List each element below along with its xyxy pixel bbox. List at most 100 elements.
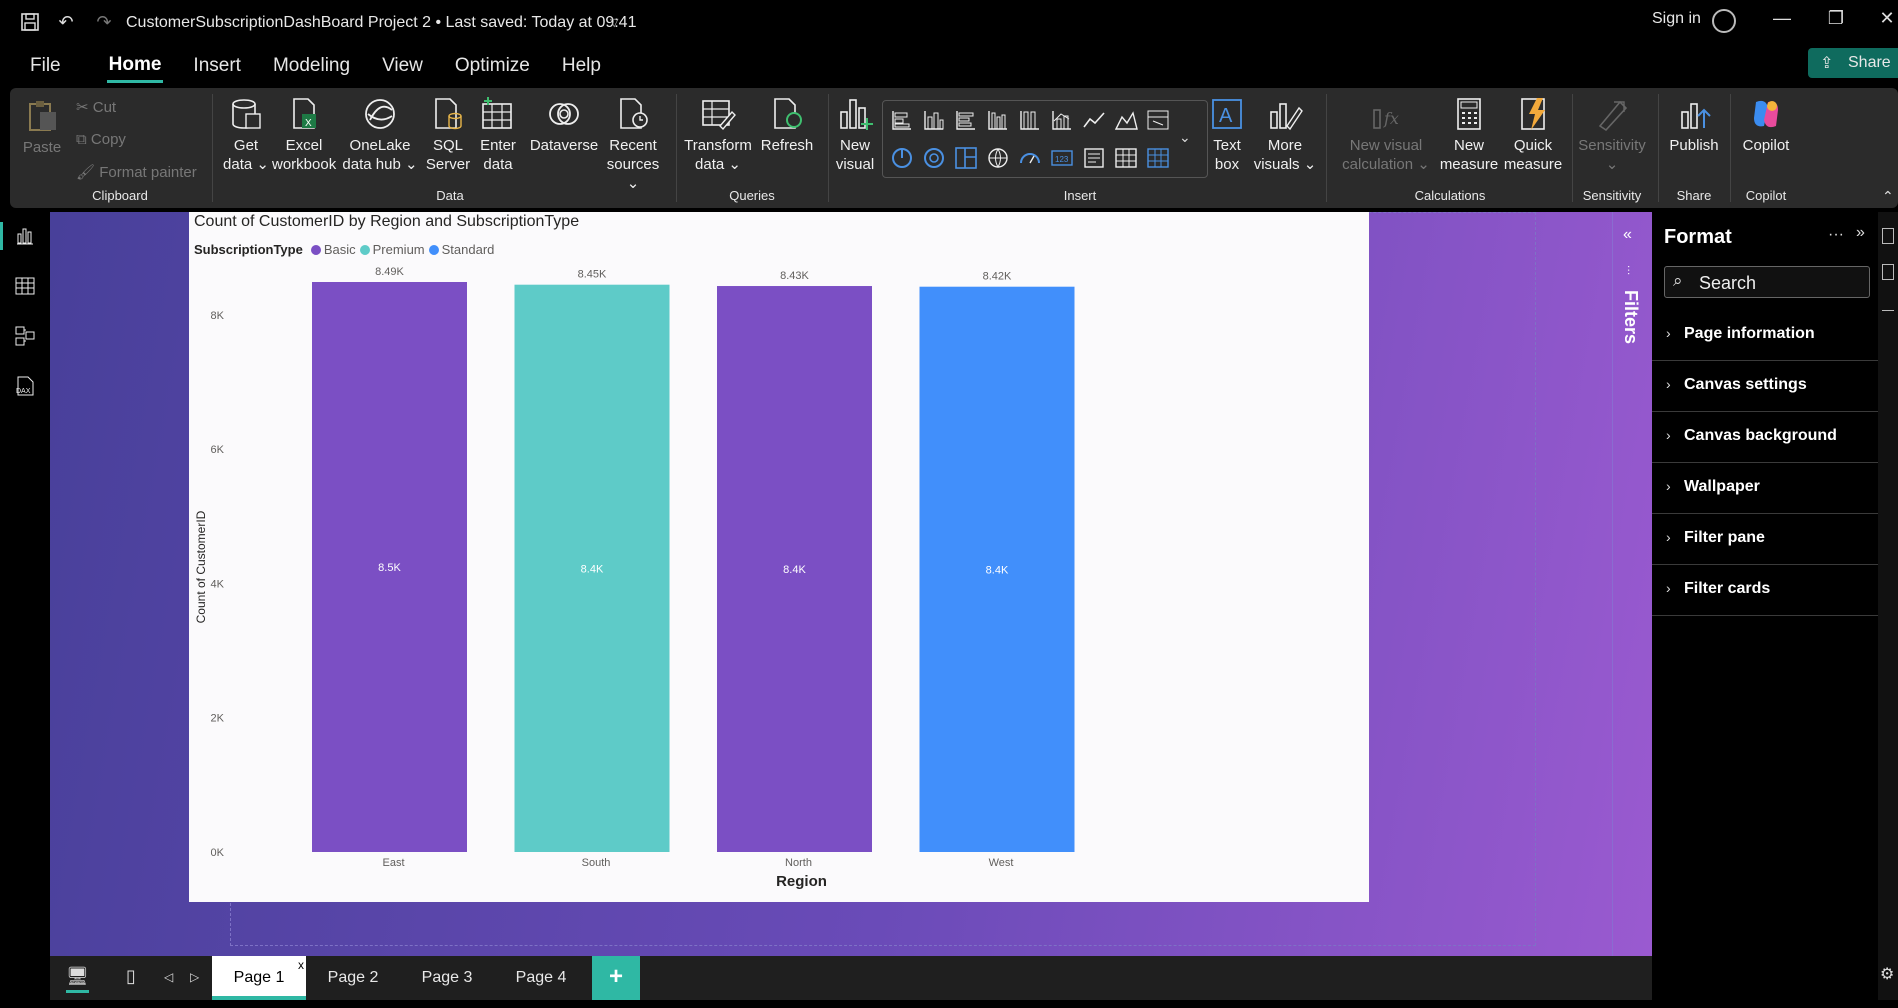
menu-view[interactable]: View: [380, 51, 425, 81]
report-view-icon[interactable]: [13, 224, 37, 248]
gauge-icon[interactable]: [1017, 145, 1043, 171]
section-filter-pane[interactable]: › Filter pane: [1652, 514, 1878, 565]
more-visuals-button[interactable]: More visuals ⌄: [1252, 96, 1318, 174]
new-visual-button[interactable]: New visual: [832, 96, 878, 174]
matrix-icon[interactable]: [1145, 145, 1171, 171]
donut-chart-icon[interactable]: [921, 145, 947, 171]
stacked-bar-icon[interactable]: [889, 107, 915, 133]
dax-query-view-icon[interactable]: DAX: [13, 374, 37, 398]
mobile-layout-icon[interactable]: ▯: [126, 966, 136, 987]
settings-gear-icon[interactable]: ⚙: [1880, 964, 1894, 984]
area-chart-icon[interactable]: [1113, 107, 1139, 133]
sign-in-link[interactable]: Sign in: [1652, 10, 1701, 28]
share-button[interactable]: ⇪ Share: [1808, 48, 1898, 78]
close-tab-icon[interactable]: x: [298, 958, 304, 972]
section-page-information[interactable]: › Page information: [1652, 310, 1878, 361]
scroll-right-icon[interactable]: ▷: [190, 970, 199, 984]
scroll-left-icon[interactable]: ◁: [164, 970, 173, 984]
restore-icon[interactable]: ❐: [1821, 8, 1851, 29]
save-icon[interactable]: [18, 10, 42, 34]
chevron-down-icon: ⌄: [1413, 156, 1430, 173]
collapse-pane-icon[interactable]: »: [1856, 224, 1865, 242]
pane-switch-icon[interactable]: [1882, 228, 1894, 244]
recent-sources-button[interactable]: Recent sources ⌄: [600, 96, 666, 193]
model-view-icon[interactable]: [13, 324, 37, 348]
section-wallpaper[interactable]: › Wallpaper: [1652, 463, 1878, 514]
expand-filters-icon[interactable]: «: [1623, 226, 1632, 244]
gallery-expand-icon[interactable]: ⌄: [1179, 129, 1205, 155]
map-icon[interactable]: [985, 145, 1011, 171]
format-painter-icon: 🖌: [76, 164, 100, 181]
new-visual-calc-label-1: New visual: [1349, 137, 1423, 154]
recent-sources-icon: [620, 98, 648, 129]
sensitivity-button[interactable]: Sensitivity ⌄: [1572, 96, 1652, 174]
get-data-button[interactable]: Get data ⌄: [222, 96, 270, 174]
publish-button[interactable]: Publish: [1664, 96, 1724, 155]
stacked-column-icon[interactable]: [921, 107, 947, 133]
title-dropdown-icon[interactable]: ▽: [610, 16, 618, 29]
format-search-input[interactable]: ⌕ Search: [1664, 266, 1870, 298]
clustered-column-icon[interactable]: [985, 107, 1011, 133]
separator: [1658, 94, 1659, 202]
format-painter-button[interactable]: 🖌 Format painter: [76, 163, 197, 181]
menu-file[interactable]: File: [28, 51, 63, 81]
card-icon[interactable]: 123: [1049, 145, 1075, 171]
section-filter-cards[interactable]: › Filter cards: [1652, 565, 1878, 616]
add-page-button[interactable]: +: [592, 956, 640, 1000]
copy-button[interactable]: ⧉ Copy: [76, 131, 126, 148]
page-tab-2[interactable]: Page 2: [306, 956, 400, 1000]
treemap-icon[interactable]: [953, 145, 979, 171]
excel-workbook-button[interactable]: X Excel workbook: [272, 96, 336, 174]
table-icon[interactable]: [1113, 145, 1139, 171]
redo-icon[interactable]: ↷: [92, 10, 116, 34]
page-tab-1[interactable]: Page 1 x: [212, 956, 306, 1000]
y-tick-label: 2K: [211, 713, 225, 725]
more-visuals-label-1: More: [1267, 137, 1303, 154]
paste-button[interactable]: Paste: [22, 98, 62, 157]
text-box-button[interactable]: A Text box: [1206, 96, 1248, 174]
multirow-card-icon[interactable]: [1081, 145, 1107, 171]
minimize-icon[interactable]: —: [1767, 8, 1797, 29]
page-tab-4[interactable]: Page 4: [494, 956, 588, 1000]
undo-icon[interactable]: ↶: [54, 10, 78, 34]
line-chart-icon[interactable]: [1081, 107, 1107, 133]
collapse-ribbon-icon[interactable]: ⌃: [1882, 188, 1894, 205]
clustered-bar-icon[interactable]: [953, 107, 979, 133]
filters-label[interactable]: Filters: [1620, 290, 1641, 344]
100-stacked-column-icon[interactable]: [1017, 107, 1043, 133]
section-canvas-background[interactable]: › Canvas background: [1652, 412, 1878, 463]
new-measure-button[interactable]: New measure: [1438, 96, 1500, 174]
copilot-button[interactable]: Copilot: [1736, 96, 1796, 155]
bar-chart-visual[interactable]: Count of CustomerID by Region and Subscr…: [189, 212, 1369, 902]
transform-data-button[interactable]: Transform data ⌄: [682, 96, 754, 174]
quick-measure-button[interactable]: Quick measure: [1500, 96, 1566, 174]
menu-optimize[interactable]: Optimize: [453, 51, 532, 81]
table-view-icon[interactable]: [13, 274, 37, 298]
pane-switch-icon[interactable]: [1882, 264, 1894, 280]
format-pane: Format ··· » ⌕ Search › Page information …: [1652, 212, 1878, 1008]
sql-server-button[interactable]: SQL Server: [424, 96, 472, 174]
menu-home[interactable]: Home: [106, 50, 164, 83]
ribbon-chart-icon[interactable]: [1145, 107, 1171, 133]
new-visual-calculation-button[interactable]: fx New visual calculation ⌄: [1334, 96, 1438, 174]
avatar[interactable]: [1712, 9, 1736, 33]
section-canvas-settings[interactable]: › Canvas settings: [1652, 361, 1878, 412]
dataverse-button[interactable]: Dataverse: [522, 96, 606, 155]
pie-chart-icon[interactable]: [889, 145, 915, 171]
bar-total-label: 8.45K: [578, 269, 607, 281]
cut-button[interactable]: ✂ Cut: [76, 98, 116, 116]
menu-modeling[interactable]: Modeling: [271, 51, 352, 81]
line-column-icon[interactable]: [1049, 107, 1075, 133]
enter-data-button[interactable]: Enter data: [478, 96, 518, 174]
menu-insert[interactable]: Insert: [191, 51, 243, 81]
new-visual-label-1: New: [839, 137, 870, 154]
more-options-icon[interactable]: ···: [1828, 226, 1844, 244]
desktop-layout-icon[interactable]: 🖥: [66, 966, 89, 993]
menu-help[interactable]: Help: [560, 51, 603, 81]
chevron-right-icon: ›: [1666, 580, 1671, 596]
onelake-button[interactable]: OneLake data hub ⌄: [342, 96, 418, 174]
refresh-button[interactable]: Refresh: [754, 96, 820, 155]
page-tab-3[interactable]: Page 3: [400, 956, 494, 1000]
close-icon[interactable]: ✕: [1872, 8, 1898, 29]
bar-data-label: 8.4K: [986, 564, 1009, 576]
